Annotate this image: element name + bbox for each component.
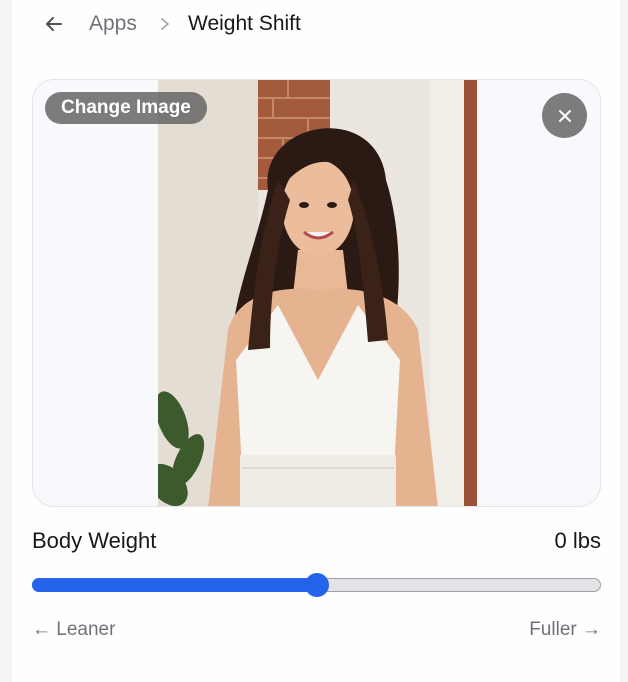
app-card: Apps Weight Shift Change Image Body Weig… <box>12 0 620 682</box>
breadcrumb-apps-link[interactable]: Apps <box>89 12 137 36</box>
close-icon <box>558 109 571 122</box>
slider-fill <box>32 578 317 592</box>
leaner-hint: ← Leaner <box>32 619 116 640</box>
fuller-hint: Fuller → <box>529 619 601 640</box>
chevron-right-icon <box>158 14 172 34</box>
image-preview-panel: Change Image <box>32 79 601 507</box>
slider-thumb[interactable] <box>305 573 329 597</box>
portrait-photo <box>158 80 477 506</box>
back-button[interactable] <box>40 10 68 38</box>
close-button[interactable] <box>542 93 587 138</box>
change-image-button[interactable]: Change Image <box>45 92 207 124</box>
body-weight-label: Body Weight <box>32 528 157 553</box>
body-weight-value: 0 lbs <box>554 528 601 553</box>
body-weight-slider[interactable] <box>32 572 601 598</box>
breadcrumb: Apps Weight Shift <box>12 0 620 50</box>
arrow-left-icon <box>46 17 62 31</box>
page-title: Weight Shift <box>188 12 301 35</box>
